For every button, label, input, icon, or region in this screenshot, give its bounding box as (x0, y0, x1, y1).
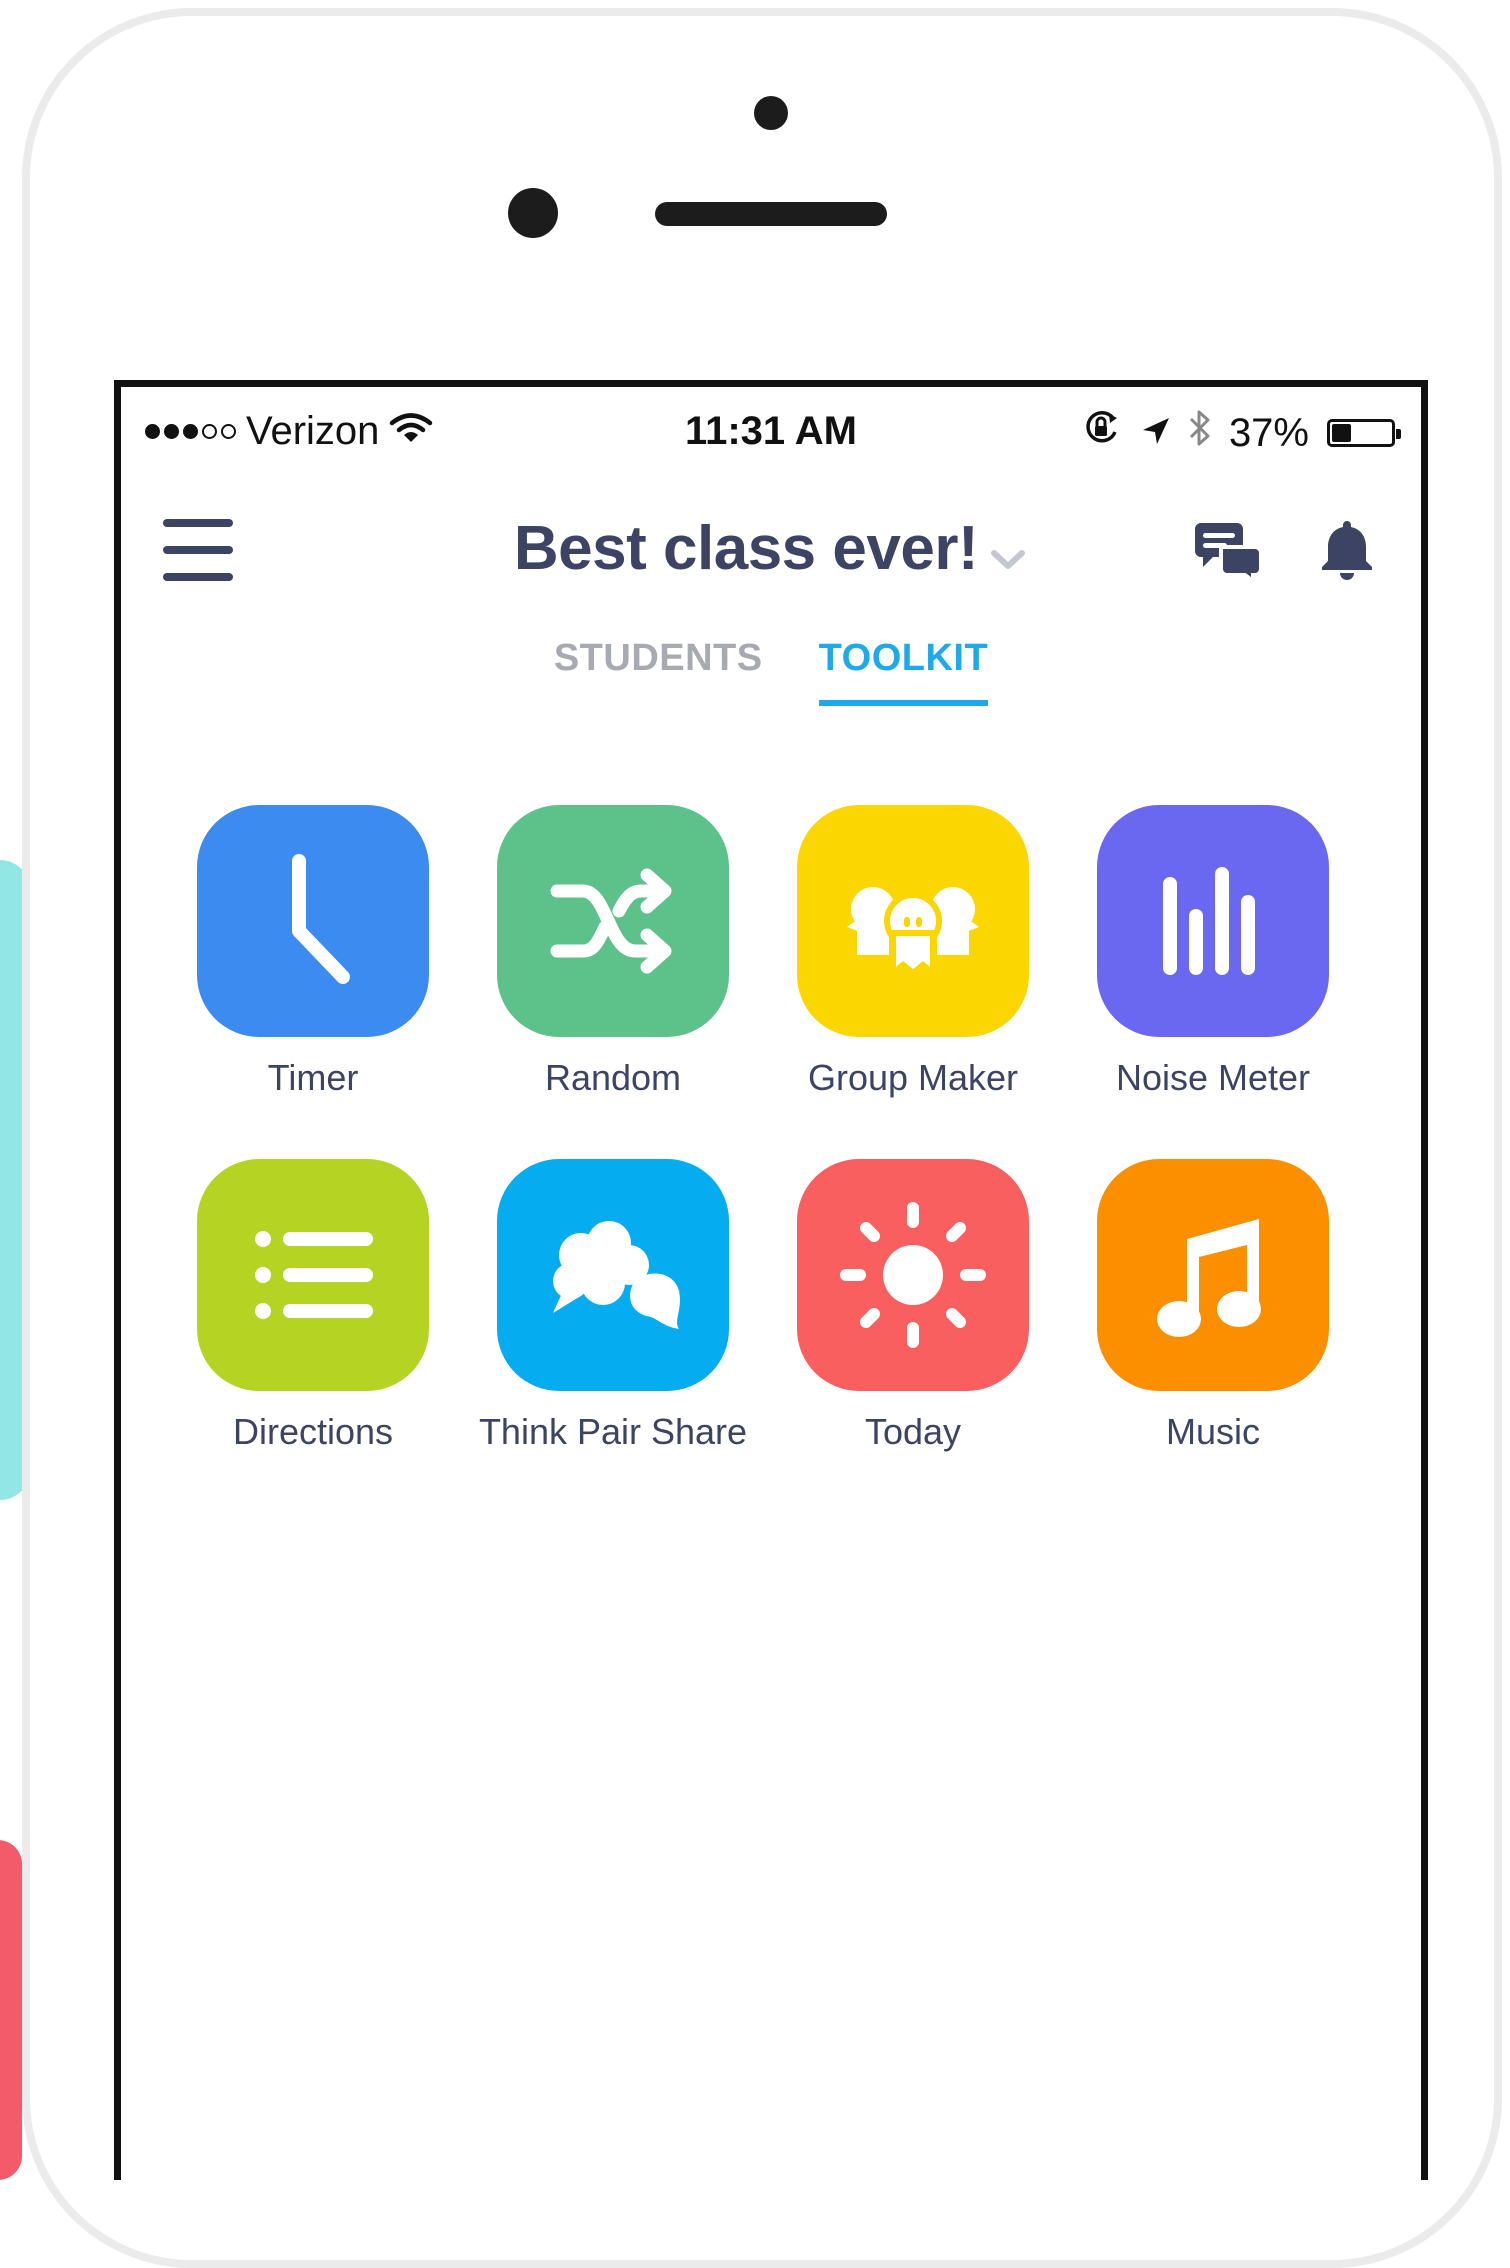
tool-label: Today (864, 1411, 962, 1452)
tool-group-maker[interactable]: Group Maker (763, 805, 1063, 1099)
clock-icon (292, 854, 350, 984)
speech-bubbles-icon (553, 1221, 680, 1329)
earpiece-speaker (655, 202, 887, 226)
tool-label: Noise Meter (1115, 1057, 1311, 1098)
tool-tile[interactable] (197, 805, 429, 1037)
nav-icons (1191, 517, 1375, 586)
tool-random[interactable]: Random (463, 805, 763, 1099)
background-red-shape (0, 1840, 22, 2180)
status-right: 37% (1083, 409, 1401, 457)
tool-tile[interactable] (497, 805, 729, 1037)
location-arrow-icon (1141, 411, 1171, 456)
tool-think-pair-share[interactable]: Think Pair Share (463, 1159, 763, 1453)
status-bar: Verizon 11:31 AM 37% (121, 387, 1421, 471)
bell-icon[interactable] (1319, 517, 1375, 586)
tool-today[interactable]: Today (763, 1159, 1063, 1453)
tool-timer[interactable]: Timer (163, 805, 463, 1099)
tool-directions[interactable]: Directions (163, 1159, 463, 1453)
tool-label: Think Pair Share (478, 1411, 748, 1452)
tool-label: Music (1165, 1411, 1260, 1452)
front-camera (754, 96, 788, 130)
battery-icon (1327, 419, 1401, 447)
tab-toolkit[interactable]: TOOLKIT (818, 637, 989, 706)
group-icon (847, 887, 979, 980)
battery-fill (1332, 424, 1351, 442)
music-note-icon (1157, 1219, 1261, 1337)
tool-music[interactable]: Music (1063, 1159, 1363, 1453)
class-title: Best class ever! (513, 514, 979, 583)
tool-tile[interactable] (197, 1159, 429, 1391)
tool-tile[interactable] (1097, 1159, 1329, 1391)
tool-label: Timer (267, 1057, 359, 1098)
toolkit-grid: Timer Random Group Maker Noise Meter Dir… (163, 805, 1393, 1453)
tab-bar: STUDENTS TOOLKIT (121, 637, 1421, 706)
tool-tile[interactable] (797, 805, 1029, 1037)
proximity-sensor (508, 188, 558, 238)
tool-tile[interactable] (1097, 805, 1329, 1037)
tool-noise-meter[interactable]: Noise Meter (1063, 805, 1363, 1099)
nav-bar: Best class ever! (121, 487, 1421, 607)
orientation-lock-icon (1083, 410, 1123, 456)
list-icon (255, 1231, 373, 1319)
tool-tile[interactable] (797, 1159, 1029, 1391)
tab-students[interactable]: STUDENTS (554, 637, 763, 706)
noise-bars-icon (1163, 867, 1255, 975)
bluetooth-icon (1189, 409, 1211, 457)
tool-tile[interactable] (497, 1159, 729, 1391)
shuffle-icon (550, 868, 672, 974)
battery-percent: 37% (1228, 410, 1309, 455)
tool-label: Directions (232, 1411, 394, 1452)
tool-label: Group Maker (807, 1057, 1019, 1098)
chevron-down-icon (988, 517, 1028, 588)
phone-screen: Verizon 11:31 AM 37% Best class ever! ST… (114, 380, 1428, 2180)
tool-label: Random (544, 1057, 682, 1098)
messages-icon[interactable] (1191, 517, 1267, 586)
sun-icon (840, 1202, 986, 1348)
